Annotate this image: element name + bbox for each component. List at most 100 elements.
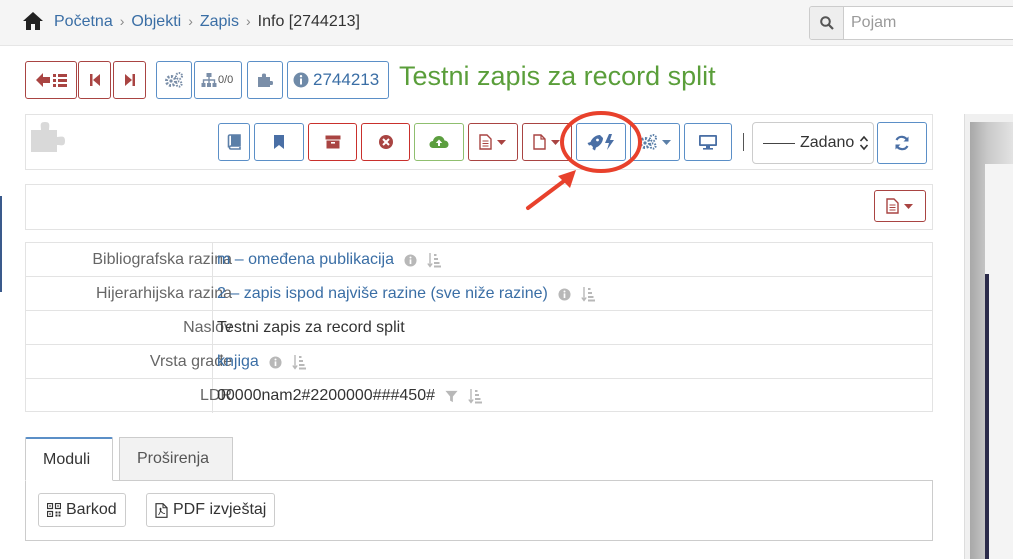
hierarchy-button[interactable]: 0/0: [194, 61, 242, 99]
breadcrumb-objects[interactable]: Objekti: [131, 13, 181, 30]
search-icon: [820, 16, 834, 30]
tab-extensions[interactable]: Proširenja: [119, 437, 233, 481]
row-value: 00000nam2#2200000###450#: [217, 387, 482, 405]
cover-edge: [985, 274, 989, 559]
book-button[interactable]: [218, 123, 250, 161]
preview-button[interactable]: [684, 123, 732, 161]
times-circle-icon: [378, 135, 393, 149]
breadcrumb-home[interactable]: Početna: [54, 13, 113, 30]
search-button[interactable]: [810, 7, 844, 39]
info-circle-icon[interactable]: [404, 253, 417, 267]
info-circle-icon: [293, 72, 309, 88]
record-info-table: Bibliografska razina m – omeđena publika…: [25, 242, 933, 413]
file-pdf-icon: [155, 502, 168, 518]
table-row: Bibliografska razina m – omeđena publika…: [26, 243, 932, 277]
puzzle-icon: [258, 73, 273, 87]
hierarchy-count: 0/0: [218, 74, 234, 86]
format-panel: [25, 184, 933, 230]
pdf-report-button[interactable]: PDF izvještaj: [146, 493, 276, 527]
tab-modules[interactable]: Moduli: [25, 437, 113, 481]
page-title: Testni zapis za record split: [399, 61, 716, 91]
tools-dropdown-button[interactable]: [630, 123, 680, 161]
row-label: Bibliografska razina: [92, 251, 232, 268]
home-icon[interactable]: [22, 11, 44, 31]
row-value: 2 – zapis ispod najviše razine (sve niže…: [217, 285, 595, 303]
chevron-right-icon: ›: [188, 13, 193, 29]
export-dropdown-button[interactable]: [468, 123, 518, 161]
barcode-label: Barkod: [66, 501, 117, 518]
table-row: Hijerarhijska razina 2 – zapis ispod naj…: [26, 277, 932, 311]
row-value: Testni zapis za record split: [217, 319, 405, 337]
arrow-left-list-icon: [36, 73, 67, 87]
chevron-right-icon: ›: [119, 13, 125, 29]
format-dropdown-button[interactable]: [874, 190, 926, 222]
sort-amount-icon[interactable]: [581, 286, 595, 302]
filter-icon[interactable]: [445, 390, 458, 403]
sitemap-icon: [201, 73, 217, 87]
sort-amount-icon[interactable]: [468, 388, 482, 404]
breadcrumb-record[interactable]: Zapis: [200, 13, 239, 30]
cover-paper: [985, 164, 1013, 559]
delete-button[interactable]: [361, 123, 410, 161]
gears-dropdown-icon: [639, 134, 671, 150]
book-icon: [227, 134, 241, 150]
row-value: knjiga: [217, 353, 306, 371]
row-value: m – omeđena publikacija: [217, 251, 441, 269]
file-dropdown-icon: [533, 134, 560, 150]
search-input[interactable]: [844, 7, 1013, 39]
upload-button[interactable]: [414, 123, 464, 161]
desktop-icon: [699, 135, 717, 150]
ldr-value: 00000nam2#2200000###450#: [217, 387, 435, 404]
refresh-icon: [895, 135, 909, 151]
record-id-button[interactable]: 2744213: [287, 61, 389, 99]
sort-amount-icon[interactable]: [292, 354, 306, 370]
barcode-button[interactable]: Barkod: [38, 493, 126, 527]
bookmark-icon: [274, 135, 284, 149]
hierarchy-level-link[interactable]: 2 – zapis ispod najviše razine (sve niže…: [217, 285, 548, 303]
step-backward-icon: [89, 74, 100, 86]
material-type-link[interactable]: knjiga: [217, 353, 259, 371]
cloud-upload-icon: [429, 136, 449, 148]
table-row: Vrsta građe knjiga: [26, 345, 932, 379]
bookmark-button[interactable]: [254, 123, 304, 161]
file-text-dropdown-icon: [479, 134, 506, 150]
rocket-bolt-icon: [587, 134, 614, 151]
info-circle-icon[interactable]: [269, 355, 282, 369]
cover-image-preview[interactable]: [964, 114, 1013, 559]
record-id: 2744213: [313, 70, 380, 89]
previous-record-button[interactable]: [78, 61, 111, 99]
up-down-caret-icon: [857, 135, 869, 155]
qrcode-icon: [47, 503, 61, 517]
row-label: Hijerarhijska razina: [95, 285, 232, 302]
bibliographic-level-link[interactable]: m – omeđena publikacija: [217, 251, 394, 269]
display-format-select[interactable]: Zadano: [752, 122, 874, 164]
table-row: LDR 00000nam2#2200000###450#: [26, 379, 932, 413]
archive-button[interactable]: [308, 123, 357, 161]
settings-button[interactable]: [156, 61, 192, 99]
table-row: Naslov Testni zapis za record split: [26, 311, 932, 345]
breadcrumb-current: Info [2744213]: [257, 13, 360, 30]
new-document-dropdown-button[interactable]: [522, 123, 572, 161]
line-style-preview: [763, 143, 795, 144]
refresh-button[interactable]: [877, 122, 927, 164]
display-format-value: Zadano: [800, 134, 855, 151]
top-bar: Početna › Objekti › Zapis › Info [2744213]: [0, 0, 1013, 46]
puzzle-large-icon: [29, 120, 67, 158]
toolbar-divider: [743, 133, 744, 151]
pdf-report-label: PDF izvještaj: [173, 501, 267, 518]
file-text-dropdown-icon: [886, 198, 913, 214]
breadcrumb: Početna › Objekti › Zapis › Info [2744213]: [54, 13, 360, 31]
info-circle-icon[interactable]: [558, 287, 571, 301]
search-box: [809, 6, 1013, 40]
back-to-list-button[interactable]: [25, 61, 77, 99]
next-record-button[interactable]: [113, 61, 146, 99]
chevron-right-icon: ›: [245, 13, 251, 29]
step-forward-icon: [124, 74, 135, 86]
sort-amount-icon[interactable]: [427, 252, 441, 268]
record-split-button[interactable]: [576, 123, 626, 161]
archive-icon: [325, 135, 340, 149]
left-edge-marker: [0, 196, 2, 292]
extensions-button[interactable]: [247, 61, 283, 99]
gears-icon: [165, 72, 183, 88]
title-value: Testni zapis za record split: [217, 319, 405, 336]
